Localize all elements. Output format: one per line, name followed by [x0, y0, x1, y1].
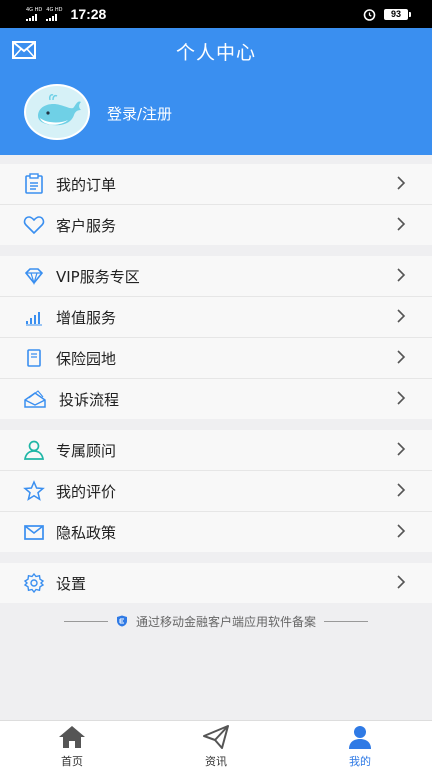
divider-right [324, 620, 368, 622]
page-title: 个人中心 [175, 42, 256, 64]
menu-group-3: 专属顾问 我的评价 隐私政策 [0, 430, 432, 552]
status-time: 17:28 [70, 6, 107, 22]
heart-icon [23, 216, 45, 235]
tab-label-mine: 我的 [349, 755, 371, 768]
menu-item-label: 隐私政策 [56, 524, 117, 542]
network-indicator-1: 4G HD [26, 7, 42, 21]
menu-item-vip-service[interactable]: VIP服务专区 [0, 256, 432, 297]
person-icon [23, 440, 45, 460]
menu-item-label: VIP服务专区 [56, 268, 140, 286]
home-icon [59, 726, 85, 748]
status-bar: 4G HD 4G HD 17:28 93 [0, 0, 432, 28]
chevron-right-icon [397, 391, 406, 405]
menu-group-1: 我的订单 客户服务 [0, 164, 432, 245]
status-right: 93 [363, 0, 411, 28]
tab-label-home: 首页 [61, 755, 83, 768]
menu-item-label: 我的订单 [56, 176, 117, 194]
filing-note: 通过移动金融客户端应用软件备案 [0, 611, 432, 631]
menu-item-label: 投诉流程 [59, 391, 120, 409]
bottom-tab-bar: 首页 资讯 我的 [0, 720, 432, 769]
menu-item-label: 设置 [56, 575, 87, 593]
divider-left [63, 620, 108, 622]
chevron-right-icon [397, 350, 406, 364]
menu-group-2: VIP服务专区 增值服务 保险园地 投诉流程 [0, 256, 432, 419]
menu-item-label: 增值服务 [56, 309, 117, 327]
network-label-2: 4G HD [46, 7, 63, 13]
gear-icon [23, 572, 45, 594]
shield-e-icon [116, 615, 127, 627]
menu-item-customer-service[interactable]: 客户服务 [0, 205, 432, 245]
menu-item-insurance[interactable]: 保险园地 [0, 338, 432, 379]
menu-item-label: 专属顾问 [56, 442, 117, 460]
chevron-right-icon [397, 268, 406, 282]
avatar[interactable] [24, 84, 90, 140]
menu-group-4: 设置 [0, 563, 432, 603]
alarm-icon [363, 8, 376, 21]
chevron-right-icon [397, 483, 406, 497]
login-register-link[interactable]: 登录/注册 [107, 103, 172, 124]
diamond-icon [24, 268, 44, 286]
menu-item-label: 我的评价 [56, 483, 117, 501]
tab-label-news: 资讯 [205, 755, 227, 768]
menu-item-my-orders[interactable]: 我的订单 [0, 164, 432, 205]
tab-news[interactable]: 资讯 [176, 721, 256, 769]
battery-indicator: 93 [384, 8, 411, 20]
chevron-right-icon [397, 575, 406, 589]
menu-item-my-reviews[interactable]: 我的评价 [0, 471, 432, 512]
menu-item-settings[interactable]: 设置 [0, 563, 432, 603]
whale-icon [38, 94, 81, 126]
network-indicator-2: 4G HD [46, 7, 63, 21]
book-icon [27, 349, 41, 367]
chevron-right-icon [397, 176, 406, 190]
chevron-right-icon [397, 442, 406, 456]
star-icon [23, 480, 45, 501]
status-left: 4G HD 4G HD 17:28 [26, 0, 106, 28]
menu-item-advisor[interactable]: 专属顾问 [0, 430, 432, 471]
tab-mine[interactable]: 我的 [320, 721, 400, 769]
envelope-open-icon [24, 390, 46, 408]
bar-chart-icon [26, 312, 42, 326]
chevron-right-icon [397, 524, 406, 538]
profile-header: 个人中心 登录/注册 [0, 28, 432, 155]
menu-item-value-added[interactable]: 增值服务 [0, 297, 432, 338]
tab-home[interactable]: 首页 [32, 721, 112, 769]
user-icon [349, 726, 371, 749]
mail-icon [24, 525, 44, 540]
menu-item-privacy-policy[interactable]: 隐私政策 [0, 512, 432, 552]
paper-plane-icon [203, 725, 229, 749]
filing-note-text: 通过移动金融客户端应用软件备案 [135, 614, 316, 629]
chevron-right-icon [397, 217, 406, 231]
menu-item-complaint[interactable]: 投诉流程 [0, 379, 432, 419]
network-label-1: 4G HD [26, 7, 43, 13]
menu-item-label: 保险园地 [56, 350, 117, 368]
order-list-icon [25, 173, 43, 194]
chevron-right-icon [397, 309, 406, 323]
menu-item-label: 客户服务 [56, 217, 117, 235]
